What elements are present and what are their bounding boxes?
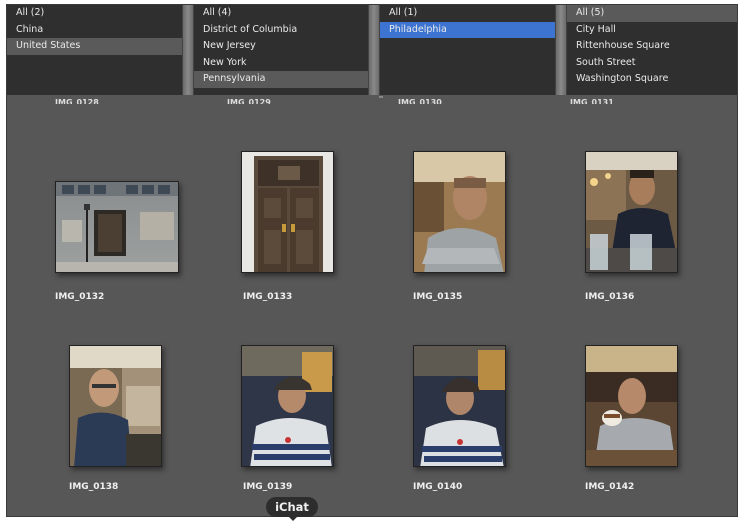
state-item-new-york[interactable]: New York — [194, 55, 368, 72]
country-item-all[interactable]: All (2) — [7, 5, 182, 22]
man-drinking-coffee-photo[interactable] — [585, 345, 678, 467]
photo-caption: IMG_0139 — [243, 482, 293, 492]
photo-caption: IMG_0142 — [585, 482, 635, 492]
photo-caption: IMG_0132 — [55, 292, 105, 302]
man-in-cap-photo[interactable] — [241, 345, 334, 467]
ichat-tooltip: iChat — [266, 497, 318, 517]
state-column[interactable]: All (4) District of Columbia New Jersey … — [194, 5, 368, 95]
man-at-diner-photo-image — [586, 152, 677, 272]
column-divider[interactable] — [555, 5, 567, 95]
photo-caption: IMG_0133 — [243, 292, 293, 302]
man-at-diner-photo[interactable] — [585, 151, 678, 273]
country-item-china[interactable]: China — [7, 22, 182, 39]
place-item-all[interactable]: All (5) — [567, 5, 737, 22]
photo-caption: IMG_0129 — [227, 98, 271, 104]
location-browser: All (2) China United States All (4) Dist… — [7, 5, 737, 95]
wooden-doors-photo[interactable] — [241, 151, 334, 273]
country-column[interactable]: All (2) China United States — [7, 5, 182, 95]
man-drinking-coffee-photo-image — [586, 346, 677, 466]
man-with-glasses-photo-image — [70, 346, 161, 466]
photo-caption: IMG_0131 — [570, 98, 614, 104]
photo-browser-window: All (2) China United States All (4) Dist… — [6, 4, 738, 517]
column-divider[interactable] — [368, 5, 380, 95]
place-column[interactable]: All (5) City Hall Rittenhouse Square Sou… — [567, 5, 737, 95]
photo-caption: IMG_0136 — [585, 292, 635, 302]
column-divider[interactable] — [182, 5, 194, 95]
wooden-doors-photo-image — [242, 152, 333, 272]
state-item-district-of-columbia[interactable]: District of Columbia — [194, 22, 368, 39]
place-item-city-hall[interactable]: City Hall — [567, 22, 737, 39]
man-in-cap-photo-image — [414, 346, 505, 466]
tooltip-arrow — [288, 516, 298, 521]
building-entrance-photo-image — [56, 182, 178, 272]
man-in-hoodie-photo-image — [414, 152, 505, 272]
photo-grid: IMG_0128 IMG_0129 IMG_0130 IMG_0131 IMG_… — [7, 97, 737, 516]
man-with-glasses-photo[interactable] — [69, 345, 162, 467]
city-item-philadelphia[interactable]: Philadelphia — [380, 21, 555, 38]
country-item-united-states[interactable]: United States — [7, 38, 182, 55]
man-in-hoodie-photo[interactable] — [413, 151, 506, 273]
place-item-rittenhouse-square[interactable]: Rittenhouse Square — [567, 38, 737, 55]
photo-caption: IMG_0128 — [55, 98, 99, 104]
state-item-pennsylvania[interactable]: Pennsylvania — [194, 71, 368, 88]
city-item-all[interactable]: All (1) — [380, 5, 555, 22]
man-in-cap-photo[interactable] — [413, 345, 506, 467]
photo-caption: IMG_0140 — [413, 482, 463, 492]
man-in-cap-photo-image — [242, 346, 333, 466]
state-item-all[interactable]: All (4) — [194, 5, 368, 22]
photo-caption: IMG_0138 — [69, 482, 119, 492]
state-item-new-jersey[interactable]: New Jersey — [194, 38, 368, 55]
photo-caption: IMG_0130 — [398, 98, 442, 104]
building-entrance-photo[interactable] — [55, 181, 179, 273]
place-item-south-street[interactable]: South Street — [567, 55, 737, 72]
city-column[interactable]: All (1) Philadelphia — [380, 5, 555, 95]
place-item-washington-square[interactable]: Washington Square — [567, 71, 737, 88]
photo-caption: IMG_0135 — [413, 292, 463, 302]
